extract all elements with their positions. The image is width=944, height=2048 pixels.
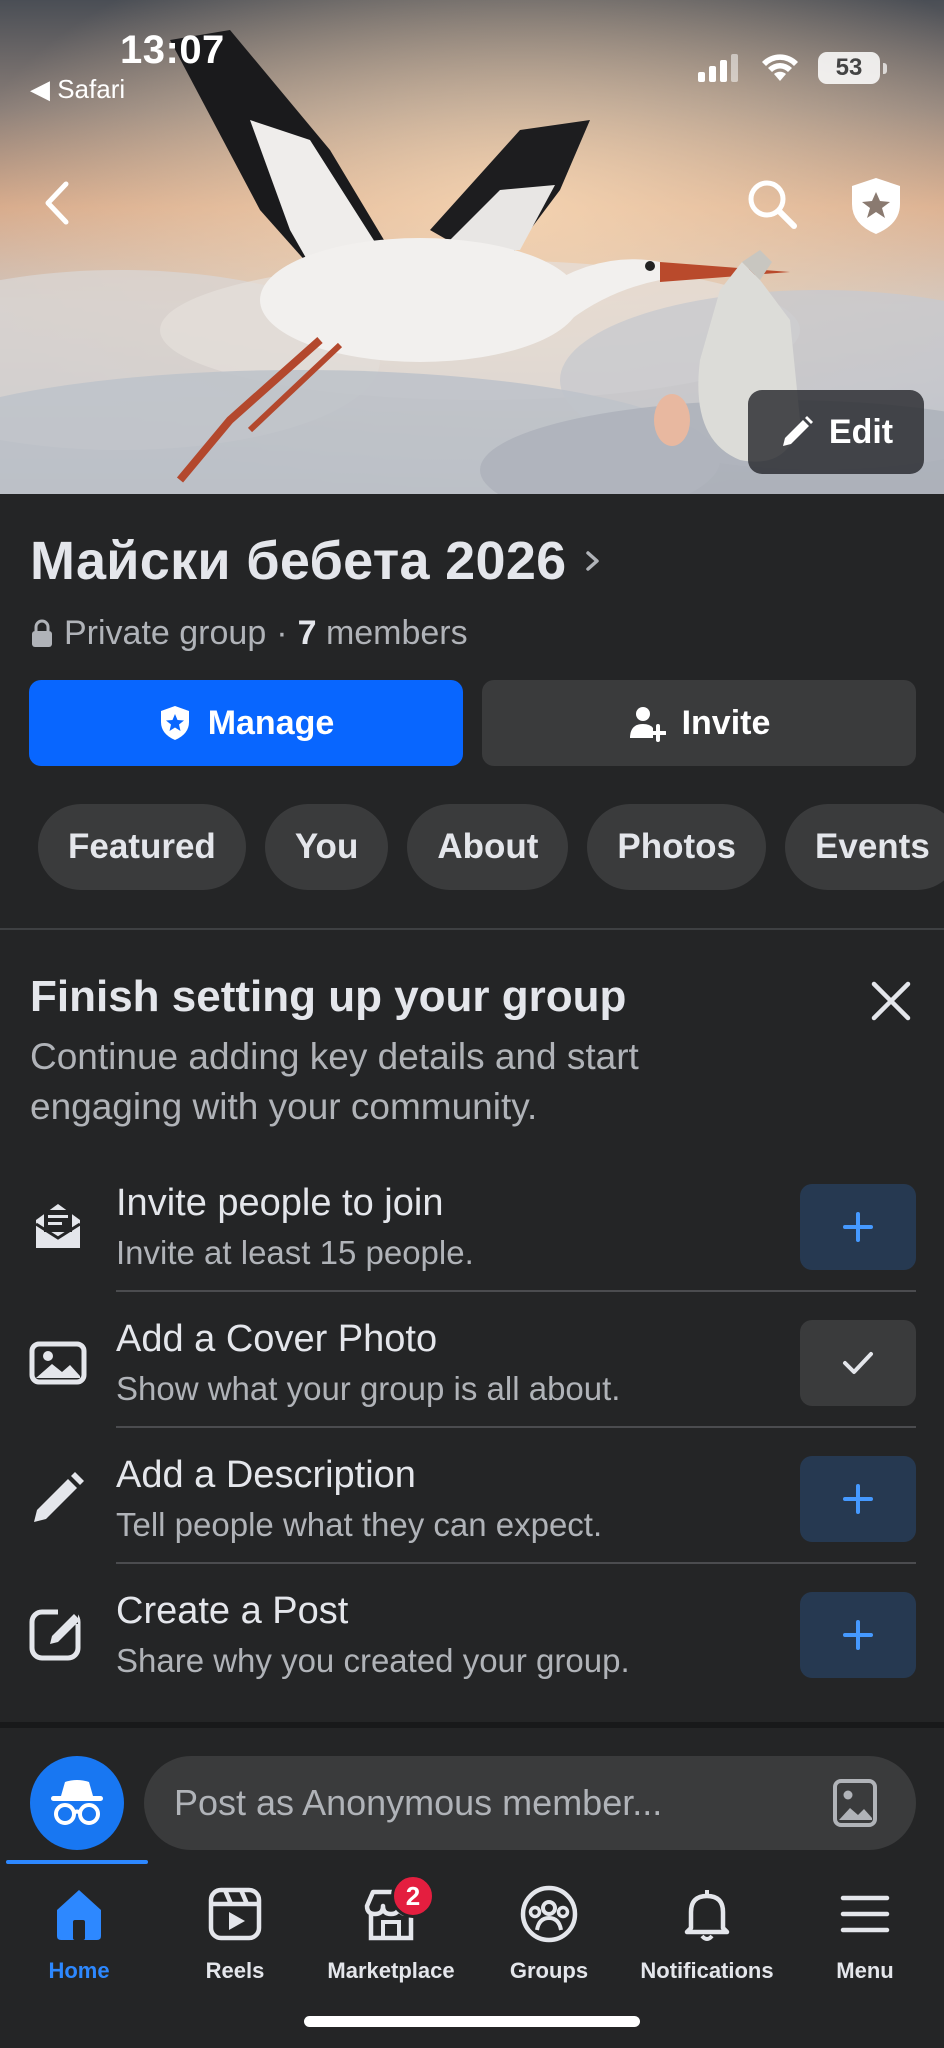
- task-title: Add a Cover Photo: [116, 1318, 438, 1360]
- search-icon[interactable]: [744, 176, 800, 232]
- task-title: Create a Post: [116, 1590, 349, 1632]
- tab-about[interactable]: About: [407, 804, 569, 890]
- anonymous-avatar[interactable]: [30, 1756, 124, 1850]
- incognito-icon: [51, 1780, 103, 1825]
- nav-label: Reels: [205, 1958, 265, 1983]
- section-divider: [0, 1722, 944, 1728]
- nav-label: Menu: [836, 1958, 894, 1983]
- photo-icon[interactable]: [832, 1778, 878, 1828]
- group-tabs: Featured You About Photos Events: [38, 804, 944, 890]
- manage-label: Manage: [207, 703, 335, 742]
- active-tab-indicator: [6, 1860, 148, 1864]
- pencil-icon: [782, 416, 813, 446]
- home-icon: [57, 1890, 101, 1940]
- members-label: members: [325, 614, 468, 652]
- group-name-link[interactable]: Майски бебета 2026: [30, 530, 603, 592]
- nav-label: Groups: [509, 1958, 589, 1983]
- tab-photos[interactable]: Photos: [587, 804, 767, 890]
- tab-you[interactable]: You: [264, 804, 389, 890]
- member-count: 7: [297, 614, 317, 652]
- bell-icon: [684, 1890, 730, 1941]
- cover-photo[interactable]: 13:07 ◀ Safari 53 Edit: [0, 0, 944, 494]
- add-invite-button[interactable]: [800, 1184, 916, 1270]
- invite-button[interactable]: Invite: [482, 680, 916, 766]
- anonymous-post-input[interactable]: Post as Anonymous member...: [144, 1756, 916, 1850]
- compose-icon: [29, 1604, 81, 1661]
- group-name: Майски бебета 2026: [30, 531, 567, 591]
- plus-icon: [843, 1212, 873, 1242]
- nav-label: Home: [48, 1958, 110, 1983]
- manage-button[interactable]: Manage: [29, 680, 463, 766]
- plus-icon: [843, 1620, 873, 1650]
- task-subtitle: Tell people what they can expect.: [116, 1506, 603, 1543]
- nav-groups[interactable]: Groups: [470, 1884, 628, 1984]
- task-invite-people[interactable]: Invite people to join Invite at least 15…: [0, 1156, 944, 1292]
- task-title: Add a Description: [116, 1454, 416, 1496]
- image-icon: [29, 1341, 87, 1385]
- wifi-icon: [762, 54, 798, 81]
- battery-icon: 53: [818, 52, 887, 84]
- chevron-right-icon: [585, 551, 599, 571]
- admin-shield-icon[interactable]: [846, 174, 906, 236]
- tab-featured[interactable]: Featured: [38, 804, 246, 890]
- nav-reels[interactable]: Reels: [156, 1884, 314, 1984]
- nav-marketplace[interactable]: 2 Marketplace: [312, 1874, 470, 1984]
- composer-placeholder: Post as Anonymous member...: [174, 1782, 663, 1823]
- task-description[interactable]: Add a Description Tell people what they …: [0, 1428, 944, 1564]
- setup-title: Finish setting up your group: [30, 972, 627, 1021]
- add-person-icon: [629, 707, 666, 742]
- groups-icon: [520, 1885, 578, 1943]
- meta-separator: ·: [276, 614, 288, 652]
- task-subtitle: Show what your group is all about.: [116, 1370, 621, 1407]
- edit-cover-button[interactable]: Edit: [748, 390, 924, 474]
- plus-icon: [843, 1484, 873, 1514]
- admin-shield-icon: [160, 706, 189, 740]
- nav-menu[interactable]: Menu: [786, 1884, 944, 1984]
- nav-notifications[interactable]: Notifications: [628, 1884, 786, 1984]
- task-cover-photo[interactable]: Add a Cover Photo Show what your group i…: [0, 1292, 944, 1428]
- task-subtitle: Invite at least 15 people.: [116, 1234, 474, 1271]
- close-icon[interactable]: [868, 978, 914, 1024]
- marketplace-badge: 2: [391, 1874, 435, 1918]
- lock-icon: [32, 619, 52, 647]
- members-link[interactable]: 7 members: [298, 614, 468, 653]
- invite-label: Invite: [681, 703, 771, 742]
- status-time: 13:07: [120, 28, 225, 72]
- nav-label: Notifications: [640, 1958, 774, 1983]
- privacy-label: Private group: [64, 614, 267, 652]
- pencil-icon: [34, 1472, 84, 1522]
- setup-description: Continue adding key details and start en…: [30, 1036, 639, 1127]
- section-divider: [0, 928, 944, 930]
- back-to-safari-link[interactable]: ◀ Safari: [30, 74, 125, 105]
- cover-photo-done-button[interactable]: [800, 1320, 916, 1406]
- envelope-icon: [35, 1204, 81, 1248]
- add-description-button[interactable]: [800, 1456, 916, 1542]
- cellular-signal-icon: [698, 54, 738, 82]
- home-indicator: [304, 2016, 640, 2027]
- reels-icon: [208, 1887, 262, 1941]
- edit-label: Edit: [828, 412, 894, 451]
- tab-events[interactable]: Events: [785, 804, 944, 890]
- task-create-post[interactable]: Create a Post Share why you created your…: [0, 1564, 944, 1700]
- add-post-button[interactable]: [800, 1592, 916, 1678]
- menu-icon: [840, 1895, 890, 1933]
- nav-home[interactable]: Home: [0, 1884, 158, 1984]
- back-chevron-icon[interactable]: [38, 178, 78, 228]
- checkmark-icon: [843, 1352, 873, 1374]
- task-subtitle: Share why you created your group.: [116, 1642, 630, 1679]
- nav-label: Marketplace: [327, 1958, 455, 1983]
- status-indicators: 53: [698, 52, 887, 84]
- task-title: Invite people to join: [116, 1182, 444, 1224]
- group-meta: Private group · 7 members: [30, 614, 468, 653]
